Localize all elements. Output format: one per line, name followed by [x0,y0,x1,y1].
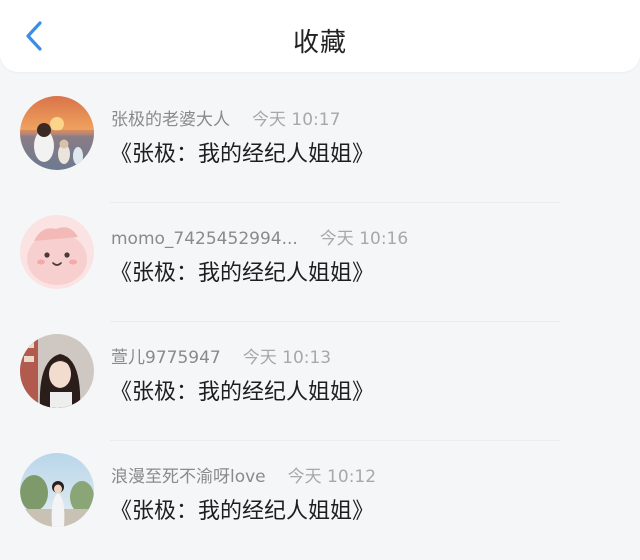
list-item[interactable]: momo_7425452994... 今天 10:16 《张极：我的经纪人姐姐》 [0,203,640,322]
list-item[interactable]: 萱儿9775947 今天 10:13 《张极：我的经纪人姐姐》 [0,322,640,441]
username[interactable]: 张极的老婆大人 [111,110,230,130]
story-title[interactable]: 《张极：我的经纪人姐姐》 [110,374,374,406]
item-meta: 萱儿9775947 今天 10:13 [111,343,331,368]
story-title[interactable]: 《张极：我的经纪人姐姐》 [110,255,374,287]
avatar[interactable] [20,96,94,170]
item-meta: 张极的老婆大人 今天 10:17 [111,105,340,130]
avatar[interactable] [20,453,94,527]
list-item[interactable]: 浪漫至死不渝呀love 今天 10:12 《张极：我的经纪人姐姐》 [0,441,640,560]
avatar[interactable] [20,215,94,289]
item-meta: momo_7425452994... 今天 10:16 [111,224,408,249]
story-title[interactable]: 《张极：我的经纪人姐姐》 [110,493,374,525]
list-item[interactable]: 张极的老婆大人 今天 10:17 《张极：我的经纪人姐姐》 [0,84,640,203]
story-title[interactable]: 《张极：我的经纪人姐姐》 [110,136,374,168]
top-bar: 收藏 [0,0,640,72]
username[interactable]: 浪漫至死不渝呀love [111,467,266,487]
timestamp: 今天 10:12 [287,467,377,487]
timestamp: 今天 10:13 [242,348,332,368]
avatar[interactable] [20,334,94,408]
page-title: 收藏 [292,28,347,58]
item-meta: 浪漫至死不渝呀love 今天 10:12 [111,462,376,487]
timestamp: 今天 10:17 [252,110,341,130]
timestamp: 今天 10:16 [319,229,409,249]
username[interactable]: momo_7425452994... [111,229,298,249]
username[interactable]: 萱儿9775947 [111,348,221,368]
favorites-list: 张极的老婆大人 今天 10:17 《张极：我的经纪人姐姐》 momo_742545… [0,84,640,560]
